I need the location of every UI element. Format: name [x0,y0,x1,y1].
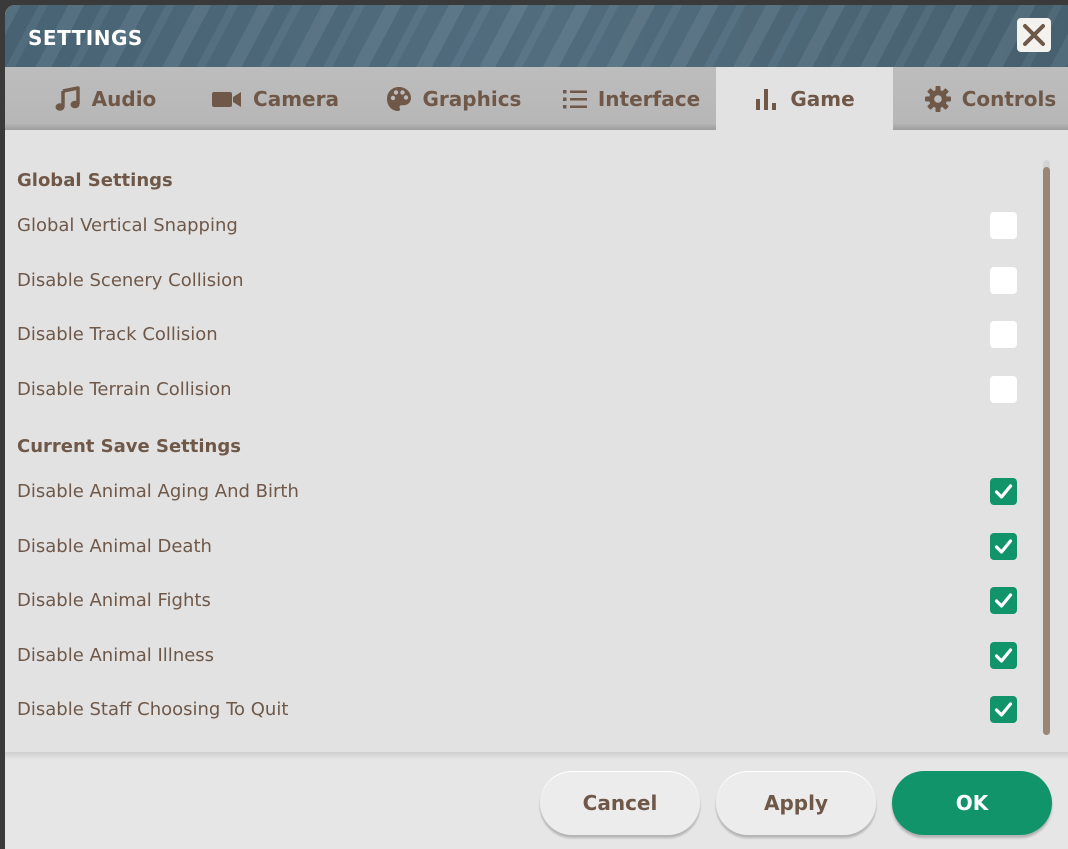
apply-button[interactable]: Apply [716,771,876,835]
tab-game[interactable]: Game [716,67,893,131]
music-note-icon [54,85,82,113]
disable-animal-illness-checkbox[interactable] [990,641,1017,669]
tab-controls[interactable]: Controls [915,67,1065,130]
setting-label: Disable Track Collision [17,323,218,345]
window-title: SETTINGS [28,26,143,50]
setting-row: Global Vertical Snapping [17,210,1017,240]
tab-label: Interface [597,86,701,111]
setting-row: Disable Animal Fights [17,585,1017,615]
tab-graphics[interactable]: Graphics [383,67,523,130]
list-icon [562,87,588,111]
gear-icon [924,85,952,113]
tab-label: Camera [253,86,339,111]
dialog-footer: Cancel Apply OK [5,752,1068,849]
setting-row: Disable Animal Illness [17,640,1017,670]
setting-label: Disable Animal Fights [17,589,211,611]
tab-label: Game [790,87,855,111]
disable-staff-quitting-checkbox[interactable] [990,695,1017,723]
tab-label: Graphics [422,86,522,111]
video-camera-icon [211,88,243,110]
bar-chart-icon [754,86,780,112]
disable-track-collision-checkbox[interactable] [990,320,1017,348]
ok-button[interactable]: OK [892,771,1052,835]
scrollbar-thumb[interactable] [1043,167,1050,735]
tab-audio[interactable]: Audio [45,67,165,130]
cancel-button[interactable]: Cancel [540,771,700,835]
settings-list: Global Settings Global Vertical Snapping… [5,130,1068,752]
setting-label: Disable Animal Death [17,535,212,557]
disable-animal-fights-checkbox[interactable] [990,586,1017,614]
tab-bar: Audio Camera Graphics Interface Game Con… [5,67,1068,131]
setting-row: Disable Staff Choosing To Quit [17,694,1017,724]
close-icon [1023,24,1045,46]
setting-label: Disable Animal Aging And Birth [17,480,299,502]
setting-row: Disable Track Collision [17,319,1017,349]
tab-label: Controls [961,86,1057,111]
setting-label: Disable Animal Illness [17,644,215,666]
close-button[interactable] [1017,18,1051,52]
section-heading-global: Global Settings [17,170,173,191]
palette-icon [385,85,413,113]
setting-label: Disable Scenery Collision [17,269,244,291]
title-bar: SETTINGS [5,5,1068,67]
setting-row: Disable Animal Aging And Birth [17,476,1017,506]
setting-row: Disable Scenery Collision [17,265,1017,295]
setting-label: Disable Staff Choosing To Quit [17,698,289,720]
checkmark-icon [994,483,1013,499]
disable-animal-death-checkbox[interactable] [990,532,1017,560]
disable-terrain-collision-checkbox[interactable] [990,375,1017,403]
disable-scenery-collision-checkbox[interactable] [990,266,1017,294]
setting-row: Disable Terrain Collision [17,374,1017,404]
tab-label: Audio [91,86,157,111]
tab-interface[interactable]: Interface [561,67,701,130]
section-heading-current-save: Current Save Settings [17,436,241,457]
checkmark-icon [994,538,1013,554]
setting-label: Global Vertical Snapping [17,214,238,236]
checkmark-icon [994,701,1013,717]
global-vertical-snapping-checkbox[interactable] [990,211,1017,239]
checkmark-icon [994,647,1013,663]
disable-animal-aging-checkbox[interactable] [990,477,1017,505]
setting-row: Disable Animal Death [17,531,1017,561]
settings-window: SETTINGS Audio Camera Graphics Interface… [5,5,1068,849]
tab-camera[interactable]: Camera [210,67,340,130]
checkmark-icon [994,592,1013,608]
setting-label: Disable Terrain Collision [17,378,232,400]
